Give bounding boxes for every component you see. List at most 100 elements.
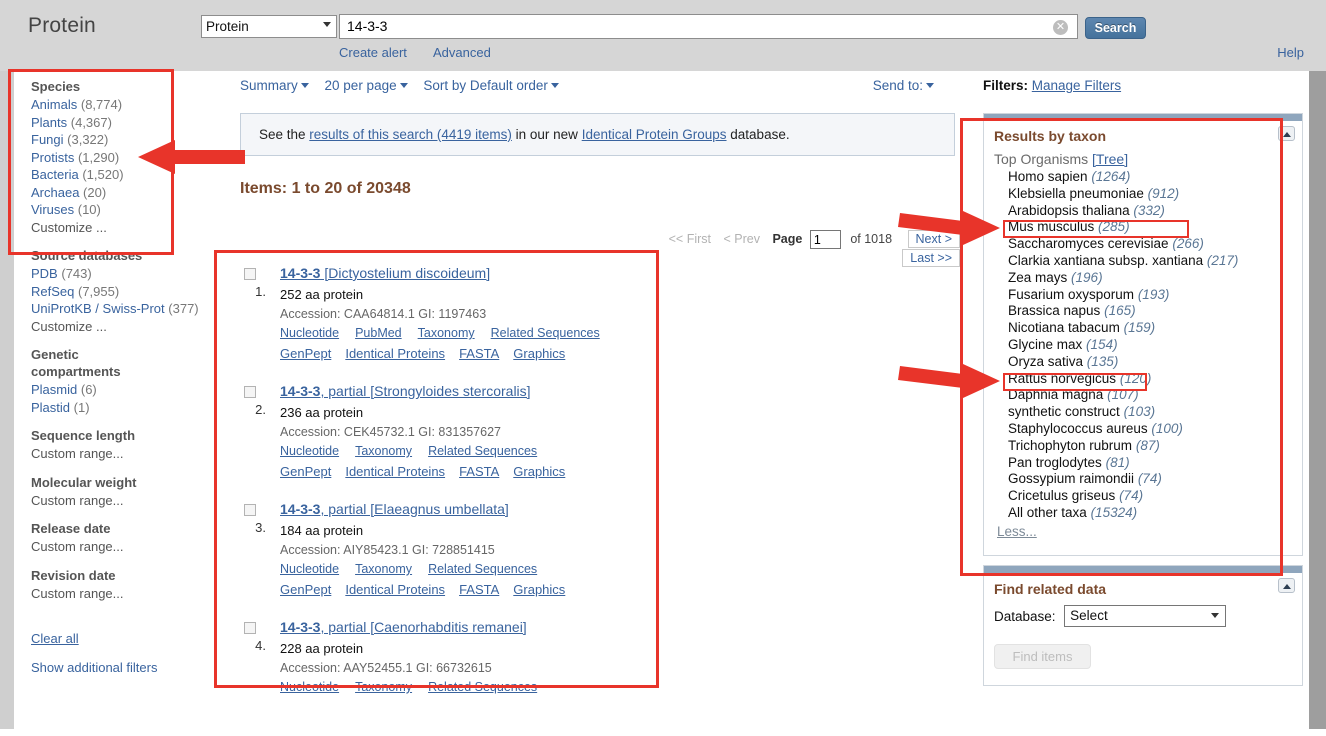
taxon-item-daphnia-magna[interactable]: Daphnia magna (107): [1008, 387, 1302, 404]
show-additional-filters-link[interactable]: Show additional filters: [31, 660, 157, 675]
link-nucleotide[interactable]: Nucleotide: [280, 444, 339, 458]
result-title[interactable]: 14-3-3, partial [Strongyloides stercoral…: [280, 382, 960, 400]
result-checkbox[interactable]: [244, 386, 256, 398]
manage-filters-link[interactable]: Manage Filters: [1032, 78, 1121, 93]
facet-item-release-date-range[interactable]: Custom range...: [31, 538, 222, 556]
facet-item-refseq[interactable]: RefSeq (7,955): [31, 283, 222, 301]
clear-icon[interactable]: ✕: [1053, 20, 1068, 35]
facet-item-customize-source[interactable]: Customize ...: [31, 318, 222, 336]
facet-link[interactable]: Customize ...: [31, 319, 107, 334]
link-related-sequences[interactable]: Related Sequences: [428, 444, 537, 458]
link-genpept[interactable]: GenPept: [280, 464, 331, 479]
link-genpept[interactable]: GenPept: [280, 582, 331, 597]
less-link[interactable]: Less...: [997, 524, 1037, 539]
per-page-dropdown[interactable]: 20 per page: [325, 78, 408, 93]
facet-item-revision-date-range[interactable]: Custom range...: [31, 585, 222, 603]
facet-item-molecular-weight-range[interactable]: Custom range...: [31, 492, 222, 510]
taxon-item-brassica-napus[interactable]: Brassica napus (165): [1008, 303, 1302, 320]
identical-protein-groups-link[interactable]: Identical Protein Groups: [582, 127, 727, 142]
link-nucleotide[interactable]: Nucleotide: [280, 680, 339, 694]
facet-link[interactable]: Customize ...: [31, 220, 107, 235]
link-genpept[interactable]: GenPept: [280, 346, 331, 361]
facet-item-plants[interactable]: Plants (4,367): [31, 114, 222, 132]
taxon-item-rattus-norvegicus[interactable]: Rattus norvegicus (120): [1008, 371, 1302, 388]
link-taxonomy[interactable]: Taxonomy: [355, 562, 412, 576]
page-scrollbar[interactable]: [1309, 71, 1326, 729]
facet-link[interactable]: Plasmid: [31, 382, 77, 397]
result-title-link[interactable]: 14-3-3 [Dictyostelium discoideum]: [280, 265, 490, 281]
taxon-item-cricetulus-griseus[interactable]: Cricetulus griseus (74): [1008, 488, 1302, 505]
results-of-this-search-link[interactable]: results of this search (4419 items): [309, 127, 512, 142]
result-title-link[interactable]: 14-3-3, partial [Elaeagnus umbellata]: [280, 501, 509, 517]
database-select[interactable]: Protein: [201, 15, 337, 38]
facet-item-animals[interactable]: Animals (8,774): [31, 96, 222, 114]
taxon-item-trichophyton-rubrum[interactable]: Trichophyton rubrum (87): [1008, 438, 1302, 455]
link-graphics[interactable]: Graphics: [513, 582, 565, 597]
facet-link[interactable]: UniProtKB / Swiss-Prot: [31, 301, 165, 316]
taxon-item-fusarium-oxysporum[interactable]: Fusarium oxysporum (193): [1008, 287, 1302, 304]
result-title[interactable]: 14-3-3, partial [Caenorhabditis remanei]: [280, 618, 960, 636]
link-nucleotide[interactable]: Nucleotide: [280, 326, 339, 340]
taxon-item-clarkia-xantiana[interactable]: Clarkia xantiana subsp. xantiana (217): [1008, 253, 1302, 270]
link-related-sequences[interactable]: Related Sequences: [491, 326, 600, 340]
link-identical-proteins[interactable]: Identical Proteins: [345, 464, 445, 479]
link-fasta[interactable]: FASTA: [459, 346, 499, 361]
result-checkbox[interactable]: [244, 268, 256, 280]
facet-link[interactable]: Protists: [31, 150, 74, 165]
advanced-search-link[interactable]: Advanced: [433, 45, 491, 60]
result-checkbox[interactable]: [244, 622, 256, 634]
result-title[interactable]: 14-3-3, partial [Elaeagnus umbellata]: [280, 500, 960, 518]
facet-link[interactable]: Animals: [31, 97, 77, 112]
search-button[interactable]: Search: [1085, 17, 1146, 39]
search-input[interactable]: 14-3-3 ✕: [339, 14, 1078, 39]
taxon-item-saccharomyces-cerevisiae[interactable]: Saccharomyces cerevisiae (266): [1008, 236, 1302, 253]
taxon-item-staphylococcus-aureus[interactable]: Staphylococcus aureus (100): [1008, 421, 1302, 438]
facet-link[interactable]: Fungi: [31, 132, 64, 147]
link-graphics[interactable]: Graphics: [513, 346, 565, 361]
facet-item-fungi[interactable]: Fungi (3,322): [31, 131, 222, 149]
send-to-dropdown[interactable]: Send to:: [873, 78, 934, 93]
taxon-item-gossypium-raimondii[interactable]: Gossypium raimondii (74): [1008, 471, 1302, 488]
taxon-item-nicotiana-tabacum[interactable]: Nicotiana tabacum (159): [1008, 320, 1302, 337]
taxon-item-klebsiella-pneumoniae[interactable]: Klebsiella pneumoniae (912): [1008, 186, 1302, 203]
link-taxonomy[interactable]: Taxonomy: [355, 680, 412, 694]
taxon-item-all-other-taxa[interactable]: All other taxa (15324): [1008, 505, 1302, 522]
taxon-item-arabidopsis-thaliana[interactable]: Arabidopsis thaliana (332): [1008, 203, 1302, 220]
taxon-item-synthetic-construct[interactable]: synthetic construct (103): [1008, 404, 1302, 421]
clear-all-link[interactable]: Clear all: [31, 631, 79, 646]
link-related-sequences[interactable]: Related Sequences: [428, 680, 537, 694]
sort-dropdown[interactable]: Sort by Default order: [423, 78, 559, 93]
facet-item-plastid[interactable]: Plastid (1): [31, 399, 222, 417]
result-title[interactable]: 14-3-3 [Dictyostelium discoideum]: [280, 264, 960, 282]
link-nucleotide[interactable]: Nucleotide: [280, 562, 339, 576]
facet-link[interactable]: Plastid: [31, 400, 70, 415]
display-format-dropdown[interactable]: Summary: [240, 78, 309, 93]
facet-item-viruses[interactable]: Viruses (10): [31, 201, 222, 219]
result-title-link[interactable]: 14-3-3, partial [Caenorhabditis remanei]: [280, 619, 527, 635]
taxon-item-homo-sapien[interactable]: Homo sapien (1264): [1008, 169, 1302, 186]
facet-link[interactable]: Bacteria: [31, 167, 79, 182]
link-taxonomy[interactable]: Taxonomy: [418, 326, 475, 340]
taxon-item-zea-mays[interactable]: Zea mays (196): [1008, 270, 1302, 287]
link-taxonomy[interactable]: Taxonomy: [355, 444, 412, 458]
taxon-item-glycine-max[interactable]: Glycine max (154): [1008, 337, 1302, 354]
page-number-input[interactable]: [809, 230, 841, 250]
link-identical-proteins[interactable]: Identical Proteins: [345, 582, 445, 597]
facet-item-pdb[interactable]: PDB (743): [31, 265, 222, 283]
taxon-item-mus-musculus[interactable]: Mus musculus (285): [1008, 219, 1302, 236]
link-identical-proteins[interactable]: Identical Proteins: [345, 346, 445, 361]
facet-item-plasmid[interactable]: Plasmid (6): [31, 381, 222, 399]
facet-link[interactable]: Archaea: [31, 185, 79, 200]
facet-item-sequence-length-range[interactable]: Custom range...: [31, 445, 222, 463]
facet-link[interactable]: RefSeq: [31, 284, 74, 299]
result-checkbox[interactable]: [244, 504, 256, 516]
collapse-panel-button[interactable]: [1278, 578, 1295, 593]
facet-item-uniprotkb-swissprot[interactable]: UniProtKB / Swiss-Prot (377): [31, 300, 222, 318]
taxon-item-oryza-sativa[interactable]: Oryza sativa (135): [1008, 354, 1302, 371]
link-fasta[interactable]: FASTA: [459, 464, 499, 479]
taxon-item-pan-troglodytes[interactable]: Pan troglodytes (81): [1008, 455, 1302, 472]
create-alert-link[interactable]: Create alert: [339, 45, 407, 60]
help-link[interactable]: Help: [1277, 45, 1304, 60]
collapse-panel-button[interactable]: [1278, 126, 1295, 141]
link-pubmed[interactable]: PubMed: [355, 326, 402, 340]
